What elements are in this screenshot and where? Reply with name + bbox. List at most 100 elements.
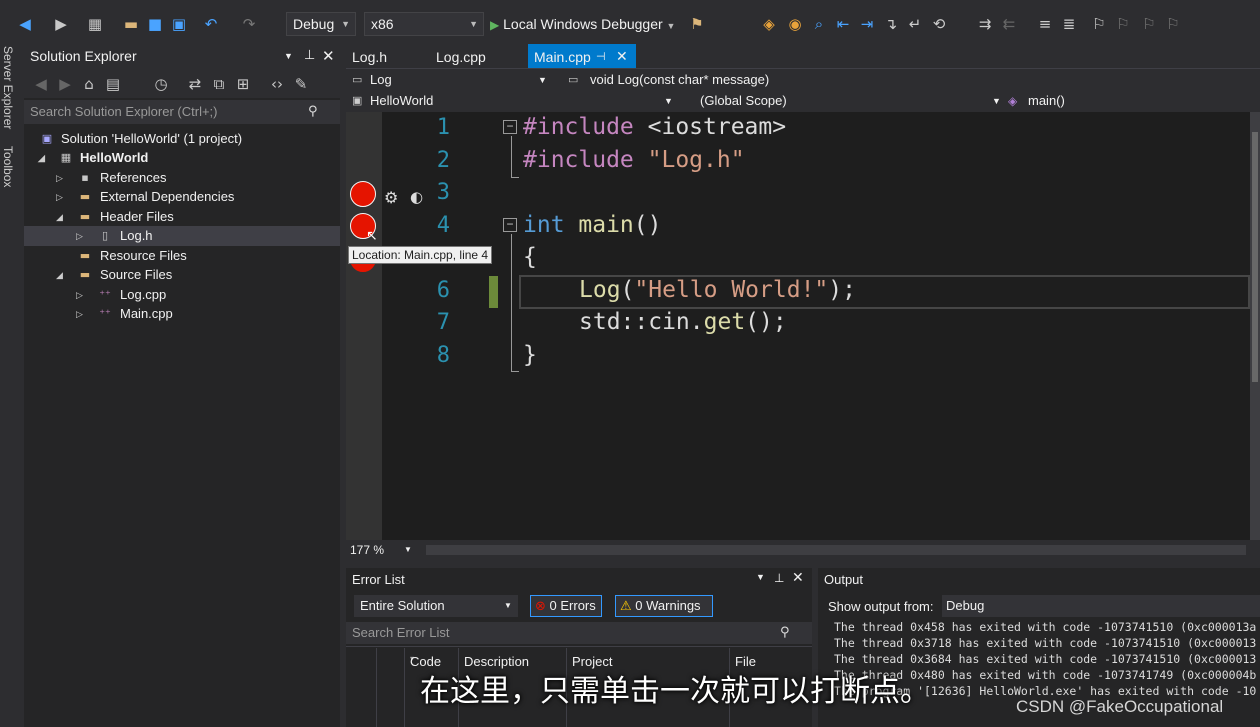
- server-explorer-tab[interactable]: Server Explorer: [1, 46, 15, 129]
- tree-item-external-dependencies[interactable]: ▷ ▬ External Dependencies: [24, 187, 340, 207]
- tree-item-log-h[interactable]: ▷ ▯ Log.h: [24, 226, 340, 246]
- scope-dropdown[interactable]: (Global Scope) ▼: [680, 90, 1001, 112]
- step-icon[interactable]: ↴: [882, 15, 900, 33]
- pin-icon[interactable]: ⊥: [774, 571, 784, 585]
- outdent-icon[interactable]: ⇇: [1000, 15, 1018, 33]
- pin-icon[interactable]: ⊥: [304, 42, 315, 70]
- new-project-icon[interactable]: ▦: [86, 15, 104, 33]
- undo-icon[interactable]: ↶: [202, 15, 220, 33]
- home-icon[interactable]: ⌂: [80, 75, 98, 93]
- collapse-toggle-icon[interactable]: −: [503, 120, 517, 134]
- debug-tools-icon[interactable]: ◈: [760, 15, 778, 33]
- errors-filter-button[interactable]: ⊗ 0 Errors: [530, 595, 602, 617]
- project-dropdown[interactable]: ▣ HelloWorld ▼: [352, 90, 673, 112]
- bookmark-icon[interactable]: ⚐: [1114, 15, 1132, 33]
- navigate-icon[interactable]: ⇤: [834, 15, 852, 33]
- bookmark-icon[interactable]: ⚐: [1140, 15, 1158, 33]
- type-scope-dropdown[interactable]: ▭ Log ▼: [352, 69, 547, 91]
- collapsed-arrow-icon[interactable]: ▷: [76, 285, 83, 305]
- tree-item-resource-files[interactable]: ▬ Resource Files: [24, 246, 340, 266]
- forward-icon[interactable]: ▶: [52, 15, 70, 33]
- tab-log-h[interactable]: Log.h: [346, 44, 422, 68]
- tree-item-source-files[interactable]: ◢ ▬ Source Files: [24, 265, 340, 285]
- solution-search-input[interactable]: Search Solution Explorer (Ctrl+;) ⚲: [24, 100, 340, 124]
- panel-title: Solution Explorer: [30, 48, 137, 64]
- save-icon[interactable]: ■: [146, 15, 164, 33]
- function-dropdown[interactable]: ◈ main(): [1008, 90, 1248, 112]
- browser-link-icon[interactable]: ⚑: [688, 15, 706, 33]
- toolbox-tab[interactable]: Toolbox: [1, 146, 15, 187]
- tab-log-cpp[interactable]: Log.cpp: [430, 44, 520, 68]
- chevron-down-icon[interactable]: ▼: [756, 572, 765, 582]
- close-icon[interactable]: ✕: [322, 42, 335, 70]
- close-icon[interactable]: ✕: [616, 44, 628, 70]
- save-all-icon[interactable]: ▣: [170, 15, 188, 33]
- search-icon[interactable]: ⚲: [308, 100, 318, 124]
- tree-item-solution[interactable]: ▣ Solution 'HelloWorld' (1 project): [24, 129, 340, 149]
- collapsed-arrow-icon[interactable]: ▷: [76, 226, 83, 246]
- horizontal-scrollbar[interactable]: [426, 545, 1246, 555]
- code-editor[interactable]: ⚙ ◐ ↖ Location: Main.cpp, line 4 1 2 3 4…: [346, 112, 1250, 540]
- toggle-icon[interactable]: ⟲: [930, 15, 948, 33]
- start-debugging-button[interactable]: ▶ Local Windows Debugger ▼: [490, 12, 675, 36]
- error-search-input[interactable]: Search Error List ⚲: [346, 622, 812, 644]
- expanded-arrow-icon[interactable]: ◢: [56, 265, 63, 285]
- close-icon[interactable]: ✕: [792, 570, 804, 586]
- breakpoint-margin[interactable]: [346, 112, 382, 540]
- warnings-filter-button[interactable]: ⚠ 0 Warnings: [615, 595, 713, 617]
- member-dropdown[interactable]: ▭ void Log(const char* message): [568, 69, 1168, 91]
- breakpoint-icon[interactable]: [350, 181, 376, 207]
- tree-item-label: Source Files: [100, 267, 173, 282]
- forward-icon[interactable]: ▶: [56, 75, 74, 93]
- collapse-toggle-icon[interactable]: −: [503, 218, 517, 232]
- pin-icon[interactable]: ⊣: [596, 44, 606, 70]
- platform-dropdown[interactable]: x86 ▼: [364, 12, 484, 36]
- show-all-files-icon[interactable]: ⊞: [234, 75, 252, 93]
- sync-icon[interactable]: ⇄: [186, 75, 204, 93]
- tab-label: Main.cpp: [534, 49, 591, 65]
- comment-icon[interactable]: ≡: [1036, 15, 1054, 33]
- back-icon[interactable]: ◀: [16, 15, 34, 33]
- expanded-arrow-icon[interactable]: ◢: [38, 148, 45, 168]
- scope-dropdown[interactable]: Entire Solution ▼: [354, 595, 518, 617]
- properties-wrench-icon[interactable]: ✎: [292, 75, 310, 93]
- tree-item-project[interactable]: ◢ ▦ HelloWorld: [24, 148, 340, 168]
- chevron-down-icon[interactable]: ▼: [284, 42, 293, 70]
- code-token: #include: [523, 147, 634, 173]
- uncomment-icon[interactable]: ≣: [1060, 15, 1078, 33]
- indent-icon[interactable]: ⇉: [976, 15, 994, 33]
- search-icon[interactable]: ⚲: [780, 622, 790, 644]
- redo-icon[interactable]: ↷: [240, 15, 258, 33]
- config-dropdown[interactable]: Debug ▼: [286, 12, 356, 36]
- collapse-all-icon[interactable]: ⧉: [210, 75, 228, 93]
- tab-main-cpp[interactable]: Main.cpp ⊣ ✕: [528, 44, 636, 68]
- gear-icon[interactable]: ⚙: [384, 188, 398, 207]
- tree-item-label: HelloWorld: [80, 150, 149, 165]
- expanded-arrow-icon[interactable]: ◢: [56, 207, 63, 227]
- collapsed-arrow-icon[interactable]: ▷: [56, 187, 63, 207]
- open-folder-icon[interactable]: ▬: [122, 15, 140, 33]
- collapsed-arrow-icon[interactable]: ▷: [76, 304, 83, 324]
- tree-item-log-cpp[interactable]: ▷ ⁺⁺ Log.cpp: [24, 285, 340, 305]
- zoom-dropdown[interactable]: 177 % ▼: [350, 540, 416, 560]
- bookmark-icon[interactable]: ⚐: [1090, 15, 1108, 33]
- collapsed-arrow-icon[interactable]: ▷: [56, 168, 63, 188]
- code-view-icon[interactable]: ‹›: [268, 75, 286, 93]
- vertical-scrollbar[interactable]: [1250, 112, 1260, 540]
- switch-views-icon[interactable]: ▤: [104, 75, 122, 93]
- pending-changes-icon[interactable]: ◷: [152, 75, 170, 93]
- tab-label: Log.cpp: [436, 49, 486, 65]
- find-icon[interactable]: ⌕: [810, 15, 828, 33]
- output-source-dropdown[interactable]: Debug: [942, 595, 1260, 617]
- back-icon[interactable]: ◀: [32, 75, 50, 93]
- error-icon: ⊗: [535, 599, 546, 614]
- debug-tools-icon[interactable]: ◉: [786, 15, 804, 33]
- scrollbar-thumb[interactable]: [1252, 132, 1258, 382]
- bookmark-icon[interactable]: ⚐: [1164, 15, 1182, 33]
- tree-item-references[interactable]: ▷ ▪ References: [24, 168, 340, 188]
- tree-item-main-cpp[interactable]: ▷ ⁺⁺ Main.cpp: [24, 304, 340, 324]
- tree-item-header-files[interactable]: ◢ ▬ Header Files: [24, 207, 340, 227]
- step-icon[interactable]: ↵: [906, 15, 924, 33]
- references-icon: ▪: [81, 171, 89, 184]
- navigate-icon[interactable]: ⇥: [858, 15, 876, 33]
